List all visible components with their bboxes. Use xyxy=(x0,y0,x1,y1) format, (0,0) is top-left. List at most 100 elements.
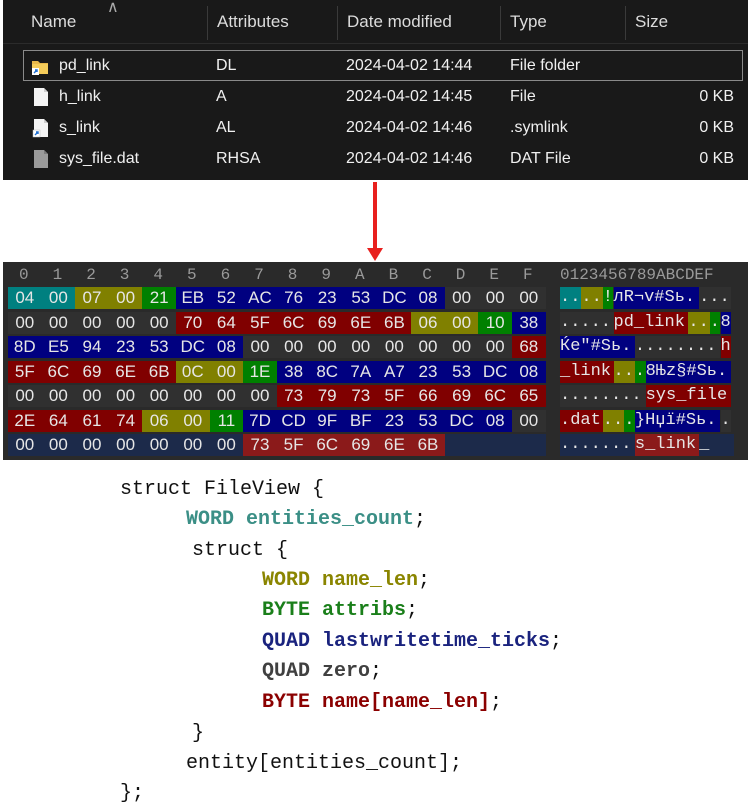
hex-byte[interactable]: 69 xyxy=(344,434,378,456)
hex-byte[interactable]: 10 xyxy=(478,311,512,334)
hex-byte[interactable]: 7A xyxy=(344,360,378,383)
column-header-attributes[interactable]: Attributes xyxy=(207,0,337,43)
hex-byte[interactable]: 6E xyxy=(377,434,412,456)
hex-byte[interactable]: 52 xyxy=(209,287,244,309)
hex-byte[interactable]: A7 xyxy=(377,360,412,383)
file-row-sys-file[interactable]: sys_file.dat RHSA 2024-04-02 14:46 DAT F… xyxy=(3,143,748,174)
hex-byte[interactable]: 74 xyxy=(108,409,143,432)
hex-byte[interactable]: 8C xyxy=(310,360,344,383)
hex-byte[interactable]: 8D xyxy=(8,336,42,358)
hex-byte[interactable]: EB xyxy=(176,287,210,309)
hex-byte[interactable]: DC xyxy=(377,287,412,309)
hex-byte[interactable]: E5 xyxy=(41,336,76,358)
hex-byte[interactable]: DC xyxy=(444,409,479,432)
hex-byte[interactable]: 69 xyxy=(75,360,109,383)
hex-byte[interactable]: 08 xyxy=(478,409,512,432)
hex-byte[interactable]: 53 xyxy=(411,409,445,432)
hex-byte[interactable]: AC xyxy=(243,287,277,309)
hex-byte[interactable]: 00 xyxy=(411,336,445,358)
hex-byte[interactable]: 6E xyxy=(108,360,143,383)
hex-byte[interactable]: 7D xyxy=(243,409,277,432)
hex-byte[interactable]: 00 xyxy=(108,385,143,407)
hex-byte[interactable]: 53 xyxy=(344,287,378,309)
file-row-s-link[interactable]: s_link AL 2024-04-02 14:46 .symlink 0 KB xyxy=(3,112,748,143)
hex-byte[interactable]: 64 xyxy=(209,311,244,334)
hex-byte[interactable]: 5F xyxy=(276,434,311,456)
file-row-h-link[interactable]: h_link A 2024-04-02 14:45 File 0 KB xyxy=(3,81,748,112)
hex-byte[interactable]: 00 xyxy=(444,311,479,334)
hex-byte[interactable]: 64 xyxy=(41,409,76,432)
hex-byte[interactable]: 00 xyxy=(209,360,244,383)
hex-byte[interactable]: 00 xyxy=(243,385,277,407)
hex-byte[interactable]: CD xyxy=(276,409,311,432)
hex-byte[interactable]: BF xyxy=(344,409,378,432)
hex-byte[interactable]: 06 xyxy=(142,409,176,432)
hex-byte[interactable]: 00 xyxy=(377,336,412,358)
hex-byte[interactable]: DC xyxy=(176,336,210,358)
hex-byte[interactable]: 06 xyxy=(411,311,445,334)
hex-byte[interactable]: 6B xyxy=(411,434,445,456)
hex-byte[interactable]: 6C xyxy=(276,311,311,334)
hex-byte[interactable]: 11 xyxy=(209,409,244,432)
file-row-pd-link[interactable]: pd_link DL 2024-04-02 14:44 File folder xyxy=(23,50,743,81)
hex-byte[interactable]: DC xyxy=(478,360,512,383)
hex-byte[interactable]: 00 xyxy=(8,434,42,456)
hex-byte[interactable]: 00 xyxy=(176,409,210,432)
hex-byte[interactable]: 94 xyxy=(75,336,109,358)
hex-byte[interactable]: 66 xyxy=(411,385,445,407)
hex-byte[interactable]: 00 xyxy=(41,434,76,456)
hex-byte[interactable]: 6C xyxy=(310,434,344,456)
hex-byte[interactable]: 6B xyxy=(377,311,412,334)
hex-byte[interactable]: 5F xyxy=(243,311,277,334)
hex-byte[interactable]: 1E xyxy=(243,360,277,383)
hex-byte[interactable]: 00 xyxy=(142,434,176,456)
hex-byte[interactable]: 00 xyxy=(75,434,109,456)
hex-byte[interactable]: 79 xyxy=(310,385,344,407)
hex-byte[interactable]: 5F xyxy=(8,360,42,383)
hex-byte[interactable]: 00 xyxy=(209,385,244,407)
hex-byte[interactable]: 73 xyxy=(276,385,311,407)
hex-byte[interactable]: 00 xyxy=(444,287,479,309)
hex-byte[interactable]: 07 xyxy=(75,287,109,309)
hex-byte[interactable]: 6B xyxy=(142,360,176,383)
hex-byte[interactable]: 21 xyxy=(142,287,176,309)
hex-byte[interactable]: 00 xyxy=(512,409,546,432)
hex-byte[interactable]: 00 xyxy=(478,287,512,309)
hex-byte[interactable]: 00 xyxy=(176,434,210,456)
hex-byte[interactable]: 53 xyxy=(444,360,479,383)
column-header-type[interactable]: Type xyxy=(500,0,625,43)
hex-byte[interactable]: 6C xyxy=(478,385,512,407)
hex-byte[interactable]: 23 xyxy=(108,336,143,358)
hex-byte[interactable]: 00 xyxy=(444,336,479,358)
hex-byte[interactable]: 23 xyxy=(310,287,344,309)
hex-byte[interactable]: 04 xyxy=(8,287,42,309)
hex-byte[interactable]: 08 xyxy=(411,287,445,309)
hex-byte[interactable]: 23 xyxy=(377,409,412,432)
hex-byte[interactable]: 00 xyxy=(276,336,311,358)
hex-byte[interactable]: 00 xyxy=(176,385,210,407)
hex-byte[interactable]: 00 xyxy=(108,311,143,334)
hex-byte[interactable]: 00 xyxy=(8,311,42,334)
hex-byte[interactable]: 69 xyxy=(310,311,344,334)
hex-byte[interactable]: 08 xyxy=(512,360,546,383)
hex-byte[interactable]: 00 xyxy=(75,385,109,407)
hex-byte[interactable]: 00 xyxy=(512,287,546,309)
hex-byte[interactable]: 6C xyxy=(41,360,76,383)
hex-byte[interactable]: 70 xyxy=(176,311,210,334)
column-header-name[interactable]: Name xyxy=(21,0,207,43)
hex-byte[interactable]: 00 xyxy=(344,336,378,358)
hex-byte[interactable]: 00 xyxy=(243,336,277,358)
hex-byte[interactable]: 0C xyxy=(176,360,210,383)
hex-byte[interactable]: 73 xyxy=(243,434,277,456)
hex-byte[interactable]: 73 xyxy=(344,385,378,407)
hex-byte[interactable]: 23 xyxy=(411,360,445,383)
hex-byte[interactable]: 00 xyxy=(8,385,42,407)
hex-byte[interactable]: 65 xyxy=(512,385,546,407)
column-header-date-modified[interactable]: Date modified xyxy=(337,0,500,43)
column-header-size[interactable]: Size xyxy=(625,0,745,43)
hex-byte[interactable]: 76 xyxy=(276,287,311,309)
hex-byte[interactable]: 61 xyxy=(75,409,109,432)
hex-byte[interactable]: 00 xyxy=(142,311,176,334)
hex-byte[interactable]: 5F xyxy=(377,385,412,407)
hex-byte[interactable]: 00 xyxy=(478,336,512,358)
